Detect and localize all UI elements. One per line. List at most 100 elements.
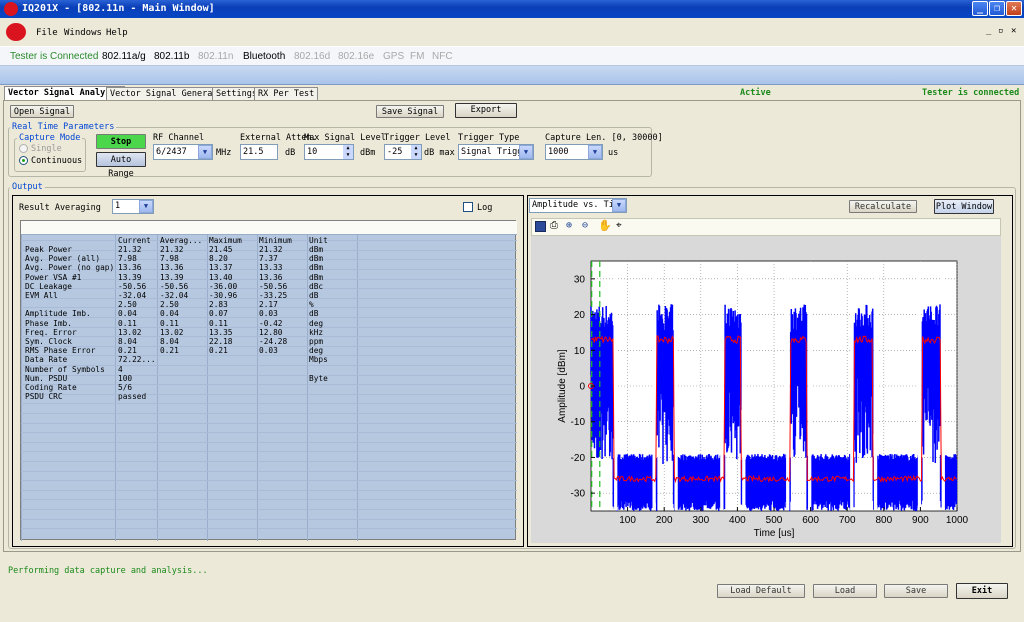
exit-button[interactable]: Exit (956, 583, 1008, 599)
mdi-close-button[interactable]: ✕ (1011, 26, 1016, 36)
table-cell: 13.37 (209, 263, 233, 273)
spin-icon[interactable]: ▲ ▼ (343, 145, 353, 159)
table-cell: -33.25 (259, 291, 288, 300)
x-tick-label: 600 (802, 515, 819, 526)
recalculate-button[interactable]: Recalculate (849, 200, 917, 213)
mdi-minimize-button[interactable]: _ (986, 26, 991, 36)
table-cell: dBm (309, 272, 324, 282)
continuous-radio[interactable] (19, 156, 28, 165)
external-atten-input[interactable]: 21.5 (240, 144, 278, 160)
tech-tab-80216e[interactable]: 802.16e (338, 51, 374, 62)
save-icon[interactable] (535, 221, 546, 232)
zoom-in-icon[interactable]: ⊕ (566, 220, 572, 231)
table-cell: 13.36 (259, 272, 283, 282)
auto-range-button[interactable]: Auto Range (96, 152, 146, 179)
log-checkbox[interactable] (463, 202, 473, 212)
table-cell: dBm (309, 245, 324, 254)
data-cursor-icon[interactable]: ⌖ (616, 220, 622, 231)
table-cell: 2.50 (160, 300, 179, 310)
restore-button[interactable]: ❐ (989, 1, 1005, 16)
table-row: Coding Rate 5/6 (21, 383, 517, 392)
table-cell: 5/6 (118, 383, 133, 392)
result-averaging-select[interactable]: 1 ▼ (112, 199, 154, 214)
open-signal-button[interactable]: Open Signal (10, 105, 74, 118)
table-row: Sym. Clock 8.04 8.04 22.18 -24.28 ppm (21, 337, 517, 346)
plot-view-select[interactable]: Amplitude vs. Time ▼ (529, 198, 627, 213)
table-cell: 0.11 (118, 318, 137, 328)
tech-tab-80211ag[interactable]: 802.11a/g (102, 51, 146, 62)
capture-mode-title: Capture Mode (17, 133, 83, 143)
table-cell: 13.40 (209, 272, 233, 282)
minimize-button[interactable]: _ (972, 1, 988, 16)
load-default-button[interactable]: Load Default (717, 584, 805, 598)
print-icon[interactable]: ⎙ (550, 220, 558, 231)
pan-hand-icon[interactable]: ✋ (598, 219, 612, 232)
x-tick-label: 400 (729, 515, 746, 526)
single-label: Single (31, 144, 62, 154)
capture-len-label: Capture Len. [0, 30000] (545, 133, 663, 143)
spin-icon[interactable]: ▲ ▼ (411, 145, 421, 159)
mhz-unit: MHz (216, 148, 232, 158)
table-grid-line (21, 499, 517, 501)
chevron-down-icon: ▼ (519, 145, 533, 159)
table-grid-line (21, 518, 517, 520)
transition-gap (941, 261, 945, 511)
tab-rx-per-test[interactable]: RX Per Test (254, 87, 319, 100)
table-header-bar (21, 221, 517, 235)
table-row: Avg. Power (all) 7.98 7.98 8.20 7.37 dBm (21, 254, 517, 263)
table-cell: 22.18 (209, 337, 233, 346)
y-tick-label: -20 (571, 453, 586, 464)
max-signal-level-input[interactable]: 10 ▲ ▼ (304, 144, 354, 160)
plot-window-button[interactable]: Plot Window (934, 199, 994, 214)
table-grid-line (21, 451, 517, 453)
tech-tab-80216d[interactable]: 802.16d (294, 51, 330, 62)
table-header-cell: Minimum (259, 236, 292, 245)
table-row: Power VSA #1 13.39 13.39 13.40 13.36 dBm (21, 273, 517, 282)
table-cell: -32.04 (118, 291, 147, 300)
tech-tab-80211b[interactable]: 802.11b (154, 51, 189, 62)
tech-tab-gps[interactable]: GPS (383, 51, 404, 62)
table-grid-line (21, 432, 517, 434)
table-cell: Amplitude Imb. (25, 309, 91, 319)
save-button[interactable]: Save (884, 584, 948, 598)
table-row: Number of Symbols 4 (21, 365, 517, 374)
table-row: DC Leakage -50.56 -50.56 -36.00 -50.56 dBc (21, 282, 517, 291)
close-button[interactable]: ✕ (1006, 1, 1022, 16)
tech-tab-fm[interactable]: FM (410, 51, 424, 62)
menu-file[interactable]: File (36, 28, 58, 38)
capture-len-select[interactable]: 1000 ▼ (545, 144, 603, 160)
trigger-type-select[interactable]: Signal Trigger ▼ (458, 144, 534, 160)
save-signal-button[interactable]: Save Signal (376, 105, 444, 118)
table-grid-line (21, 441, 517, 443)
export-button[interactable]: Export (455, 103, 517, 118)
stop-button[interactable]: Stop (96, 134, 146, 149)
table-cell: Data Rate (25, 355, 68, 365)
load-button[interactable]: Load (813, 584, 877, 598)
trigger-level-input[interactable]: -25 ▲ ▼ (384, 144, 422, 160)
log-label: Log (477, 203, 493, 213)
table-cell: deg (309, 318, 324, 328)
tech-tab-bluetooth[interactable]: Bluetooth (243, 51, 285, 62)
menu-windows[interactable]: Windows (64, 28, 102, 38)
mdi-restore-button[interactable]: ▫ (998, 26, 1003, 36)
table-cell: -30.96 (209, 291, 238, 300)
table-cell: deg (309, 346, 324, 356)
table-row: EVM All -32.04 -32.04 -30.96 -33.25 dB (21, 291, 517, 300)
zoom-out-icon[interactable]: ⊖ (582, 220, 588, 231)
chevron-down-icon: ▼ (612, 199, 626, 212)
single-radio[interactable] (19, 144, 28, 153)
table-cell: 13.36 (160, 263, 184, 273)
plot-toolbar: ⎙ ⊕ ⊖ ✋ ⌖ (531, 218, 1001, 236)
tech-tab-nfc[interactable]: NFC (432, 51, 453, 62)
transition-gap (917, 261, 922, 511)
chevron-down-icon: ▼ (198, 145, 212, 159)
table-cell: 100 (118, 373, 133, 383)
active-indicator: Active (740, 88, 771, 98)
table-cell: 72.22... (118, 355, 156, 365)
tech-tab-80211n[interactable]: 802.11n (198, 51, 233, 62)
rf-channel-label: RF Channel (153, 133, 205, 143)
rf-channel-select[interactable]: 6/2437 ▼ (153, 144, 213, 160)
table-header: Current Averag... Maximum Minimum Unit (21, 236, 517, 245)
menu-help[interactable]: Help (106, 28, 128, 38)
window-title: IQ201X - [802.11n - Main Window] (22, 3, 215, 14)
